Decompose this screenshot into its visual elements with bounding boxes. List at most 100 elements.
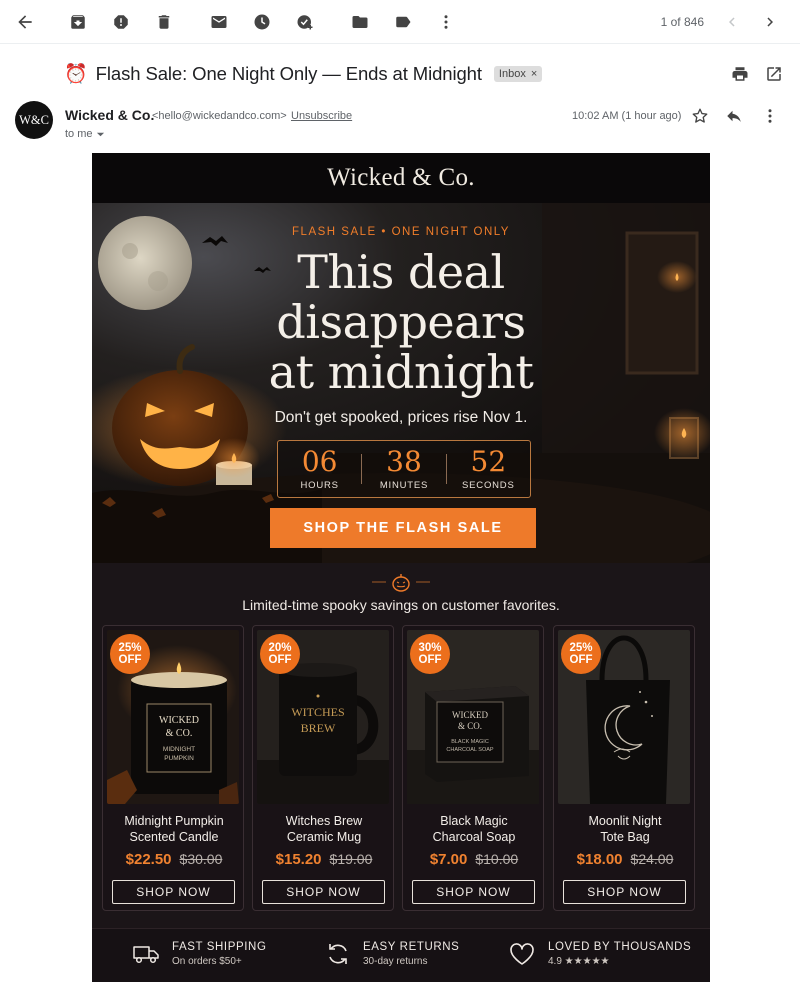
sale-price: $18.00 <box>576 851 623 868</box>
shop-now-button[interactable]: SHOP NOW <box>412 880 535 904</box>
snooze-clock-icon[interactable] <box>246 6 278 38</box>
discount-badge: 25% OFF <box>110 634 150 674</box>
features-bar: FAST SHIPPING On orders $50+ EASY RETURNS… <box>92 928 710 982</box>
archive-icon[interactable] <box>62 6 94 38</box>
feature-loved-by-thousands: LOVED BY THOUSANDS 4.9 ★★★★★ <box>508 941 691 967</box>
message-toolbar: 1 of 846 <box>0 0 800 44</box>
reply-icon[interactable] <box>718 100 750 132</box>
report-spam-icon[interactable] <box>105 6 137 38</box>
soap-label-line-4: CHARCOAL SOAP <box>446 747 494 753</box>
sender-avatar[interactable]: W&C <box>15 101 53 139</box>
product-name-line-1: Midnight Pumpkin <box>124 814 224 828</box>
brand-header: Wicked & Co. <box>92 153 710 203</box>
mug-text-line-2: BREW <box>301 721 336 735</box>
truck-icon <box>133 946 159 964</box>
shop-now-button[interactable]: SHOP NOW <box>563 880 686 904</box>
countdown-seconds: 52 SECONDS <box>447 445 530 492</box>
original-price: $10.00 <box>475 851 519 867</box>
discount-badge: 30% OFF <box>410 634 450 674</box>
more-vertical-icon[interactable] <box>754 100 786 132</box>
pagination-count: 1 of 846 <box>660 15 704 29</box>
discount-percent: 25% <box>118 642 142 654</box>
candle-label-line-4: PUMPKIN <box>164 755 194 762</box>
mark-unread-icon[interactable] <box>203 6 235 38</box>
move-to-folder-icon[interactable] <box>344 6 376 38</box>
product-name-line-2: Ceramic Mug <box>286 830 362 844</box>
product-name-line-2: Scented Candle <box>129 830 219 844</box>
candle-label-line-3: MIDNIGHT <box>163 746 195 753</box>
hero-eyebrow: FLASH SALE • ONE NIGHT ONLY <box>292 226 510 238</box>
countdown-hours: 06 HOURS <box>278 445 361 492</box>
hero-headline: This deal disappears at midnight <box>92 247 710 397</box>
product-card[interactable]: WICKED & CO. BLACK MAGIC CHARCOAL SOAP 3… <box>402 625 544 911</box>
headline-line-2: disappears <box>276 295 526 349</box>
sender-email: <hello@wickedandco.com> <box>152 110 287 122</box>
hours-label: HOURS <box>300 480 339 491</box>
feature-title: LOVED BY THOUSANDS <box>548 941 692 953</box>
product-name[interactable]: Midnight Pumpkin Scented Candle <box>103 813 243 845</box>
more-options-icon[interactable] <box>430 6 462 38</box>
discount-percent: 25% <box>569 642 593 654</box>
discount-badge: 20% OFF <box>260 634 300 674</box>
sender-name[interactable]: Wicked & Co. <box>65 107 154 123</box>
product-name[interactable]: Moonlit Night Tote Bag <box>554 813 694 845</box>
countdown-minutes: 38 MINUTES <box>362 445 445 492</box>
open-in-new-window-icon[interactable] <box>758 58 790 90</box>
pumpkin-divider-icon <box>372 574 430 592</box>
chevron-left-icon[interactable] <box>716 6 748 38</box>
original-price: $19.00 <box>329 851 373 867</box>
product-card[interactable]: WICKED & CO. MIDNIGHT PUMPKIN 25% OFF Mid… <box>102 625 244 911</box>
add-task-icon[interactable] <box>289 6 321 38</box>
original-price: $30.00 <box>179 851 223 867</box>
caret-down-icon <box>96 132 104 136</box>
feature-subtitle: 30-day returns <box>363 956 428 967</box>
feature-title: FAST SHIPPING <box>172 941 267 953</box>
candle-label-line-2: & CO. <box>166 728 193 739</box>
product-card[interactable]: WITCHES BREW 20% OFF Witches Brew Ceramic … <box>252 625 394 911</box>
price-row: $15.20 $19.00 <box>253 851 393 869</box>
shop-now-button[interactable]: SHOP NOW <box>262 880 385 904</box>
product-name[interactable]: Black Magic Charcoal Soap <box>403 813 543 845</box>
feature-title: EASY RETURNS <box>363 941 460 953</box>
product-card[interactable]: 25% OFF Moonlit Night Tote Bag $18.00 $24.0… <box>553 625 695 911</box>
minutes-value: 38 <box>386 445 422 478</box>
feature-subtitle: On orders $50+ <box>172 956 242 967</box>
shop-flash-sale-button[interactable]: SHOP THE FLASH SALE <box>270 508 536 548</box>
message-timestamp: 10:02 AM (1 hour ago) <box>572 110 682 122</box>
product-name-line-2: Tote Bag <box>600 830 650 844</box>
sale-price: $15.20 <box>275 851 322 868</box>
headline-line-3: at midnight <box>268 345 534 399</box>
unsubscribe-link[interactable]: Unsubscribe <box>291 110 352 122</box>
seconds-value: 52 <box>470 445 507 478</box>
soap-label-line-2: & CO. <box>458 721 482 731</box>
email-subject: Flash Sale: One Night Only — Ends at Mid… <box>95 63 482 84</box>
email-body: Wicked & Co. FLASH SALE • ONE NIGHT ONLY… <box>92 153 710 982</box>
remove-label-icon[interactable]: × <box>531 68 537 80</box>
star-icon[interactable] <box>684 100 716 132</box>
hours-value: 06 <box>301 445 338 478</box>
back-arrow-icon[interactable] <box>9 6 41 38</box>
inbox-label-chip[interactable]: Inbox × <box>493 66 543 82</box>
discount-percent: 30% <box>418 642 442 654</box>
recipient-details[interactable]: to me <box>65 128 105 140</box>
candle-label-line-1: WICKED <box>159 715 199 726</box>
product-name-line-2: Charcoal Soap <box>432 830 516 844</box>
product-name[interactable]: Witches Brew Ceramic Mug <box>253 813 393 845</box>
discount-off-label: OFF <box>118 654 142 666</box>
chevron-right-icon[interactable] <box>754 6 786 38</box>
label-icon[interactable] <box>387 6 419 38</box>
feature-fast-shipping: FAST SHIPPING On orders $50+ <box>132 941 267 967</box>
price-row: $18.00 $24.00 <box>554 851 694 869</box>
feature-subtitle: 4.9 ★★★★★ <box>548 956 610 967</box>
sale-price: $7.00 <box>429 851 468 868</box>
hero-banner: FLASH SALE • ONE NIGHT ONLY This deal di… <box>92 203 710 563</box>
price-row: $22.50 $30.00 <box>103 851 243 869</box>
discount-off-label: OFF <box>268 654 292 666</box>
brand-logo-text[interactable]: Wicked & Co. <box>327 164 475 192</box>
delete-icon[interactable] <box>148 6 180 38</box>
print-icon[interactable] <box>724 58 756 90</box>
soap-label-line-1: WICKED <box>452 710 488 720</box>
shop-now-button[interactable]: SHOP NOW <box>112 880 235 904</box>
section-tagline: Limited-time spooky savings on customer … <box>242 597 560 613</box>
recipient-text: to me <box>65 128 93 140</box>
